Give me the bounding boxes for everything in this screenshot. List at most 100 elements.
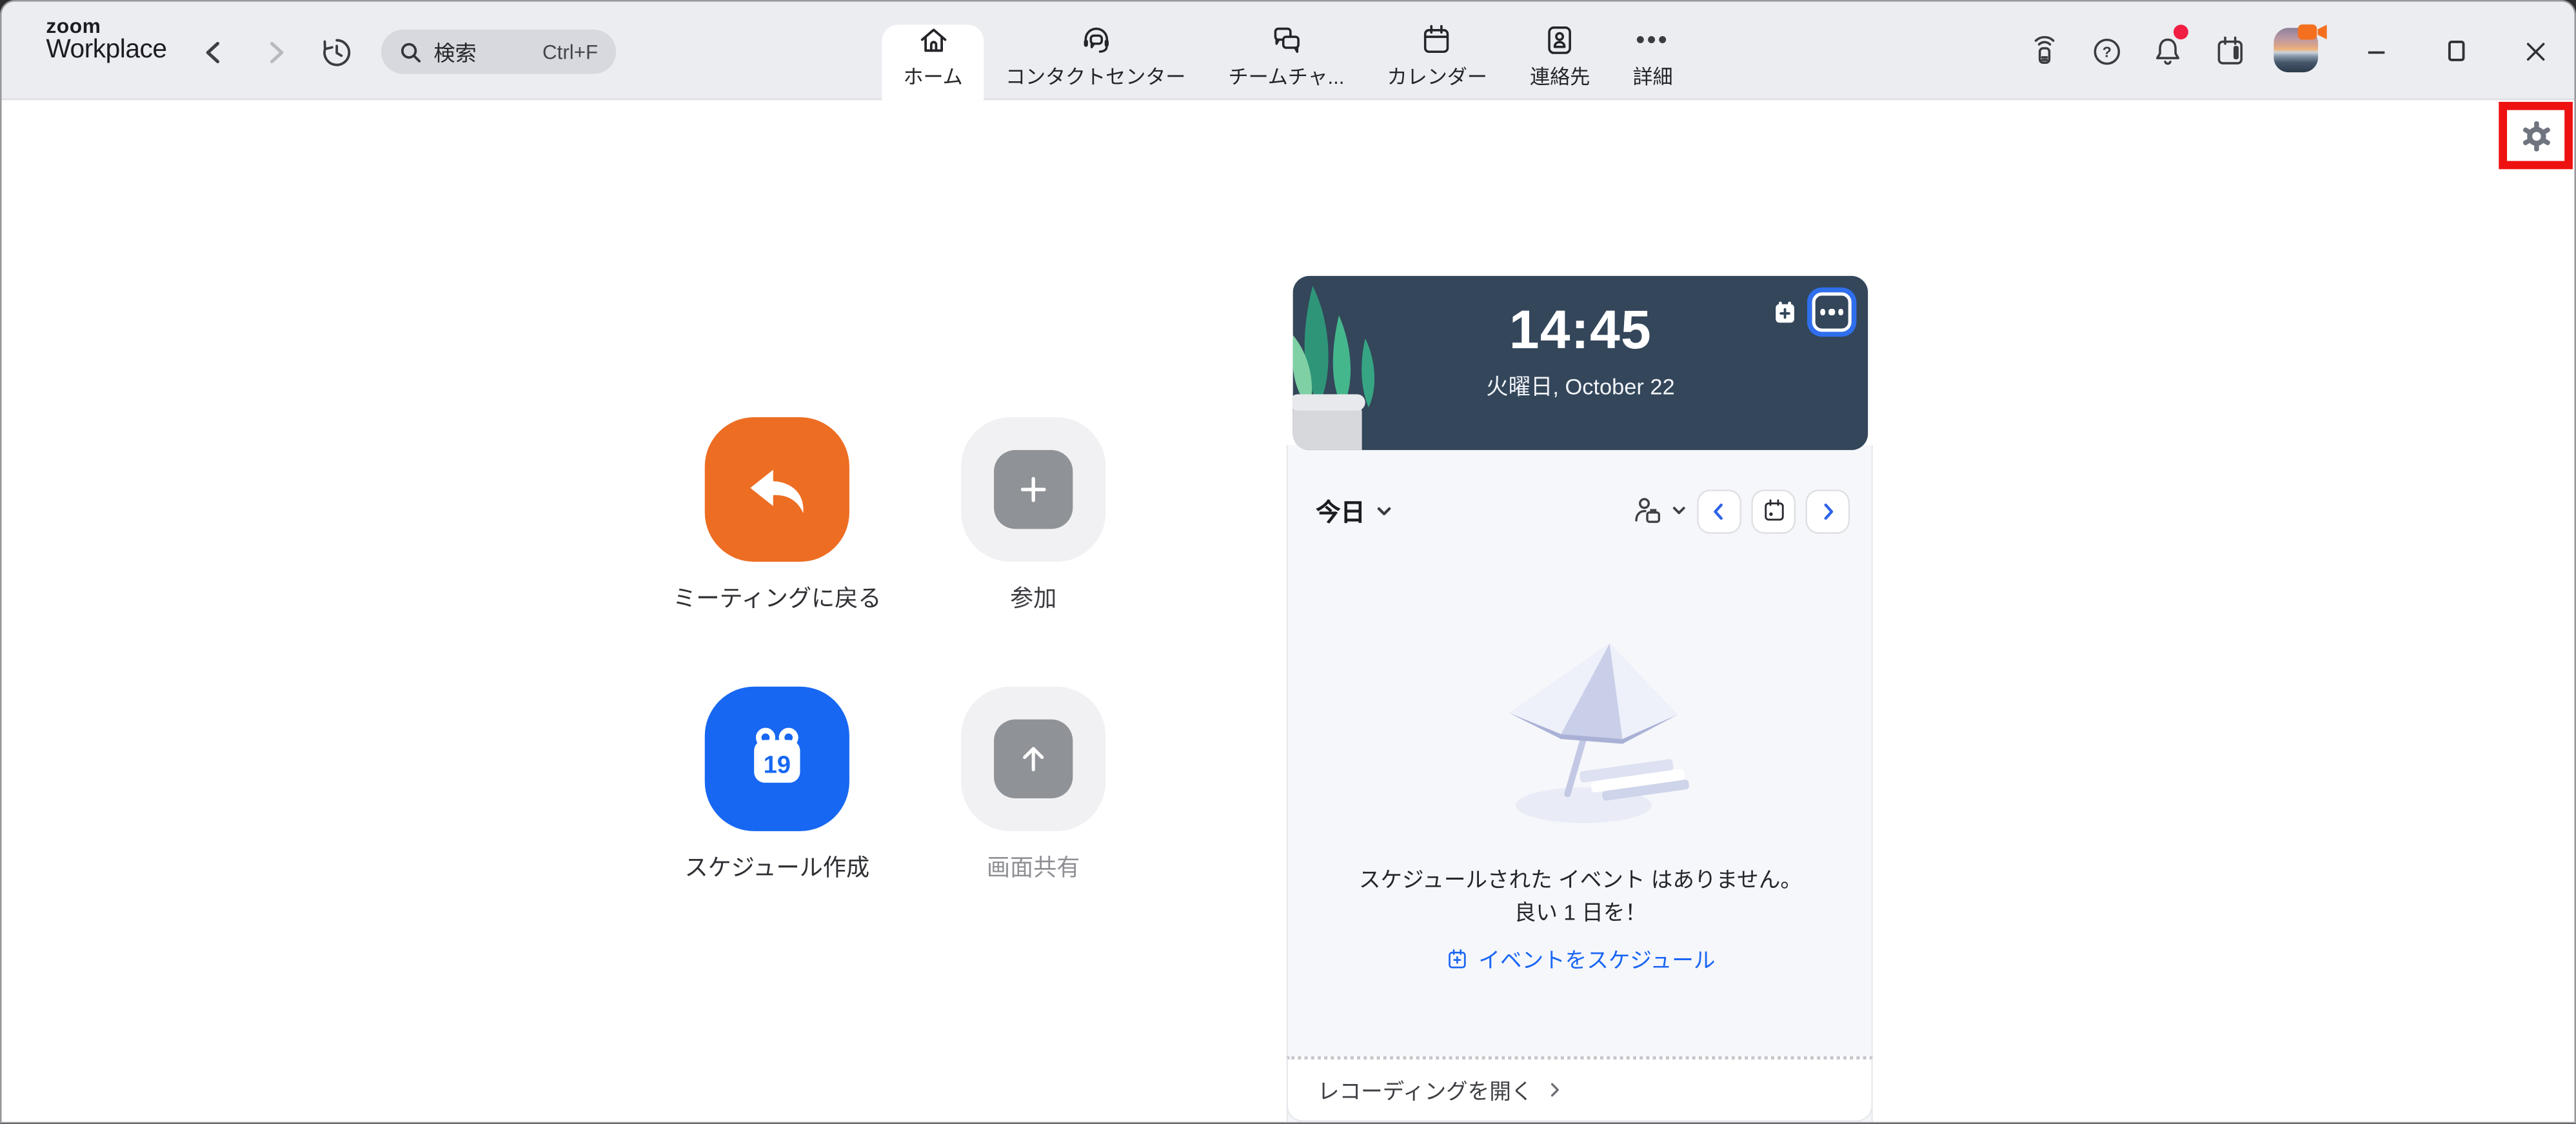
tab-team-chat[interactable]: チームチャ...	[1207, 15, 1365, 100]
reply-arrow-icon	[739, 451, 815, 527]
clock-card-actions	[1772, 292, 1851, 331]
schedule-event-link[interactable]: イベントをスケジュール	[1445, 943, 1715, 974]
plus-icon	[994, 450, 1073, 529]
tab-label: 詳細	[1632, 61, 1672, 90]
next-day-button[interactable]	[1805, 489, 1850, 533]
close-icon	[2522, 39, 2547, 63]
prev-day-button[interactable]	[1697, 489, 1741, 533]
calendar-icon	[1420, 23, 1454, 57]
notification-badge	[2174, 25, 2188, 39]
maximize-icon	[2443, 38, 2470, 64]
search-placeholder: 検索	[433, 36, 476, 67]
search-shortcut: Ctrl+F	[542, 40, 598, 63]
up-arrow-icon	[994, 720, 1073, 798]
today-dropdown[interactable]: 今日	[1316, 493, 1393, 527]
chevron-down-icon	[1671, 502, 1687, 518]
dot	[1820, 310, 1825, 315]
join-label: 参加	[869, 582, 1197, 615]
logo-zoom-text: zoom	[46, 16, 166, 37]
open-recordings-label: レコーディングを開く	[1318, 1075, 1533, 1106]
contacts-card-icon	[1543, 23, 1577, 57]
history-button[interactable]	[315, 31, 358, 74]
clock-date: 火曜日, October 22	[1293, 368, 1868, 401]
device-icon	[2026, 34, 2061, 68]
notifications-button[interactable]	[2146, 30, 2188, 72]
share-screen-label: 画面共有	[869, 851, 1197, 883]
back-to-meeting-button[interactable]	[705, 417, 849, 562]
today-label: 今日	[1316, 493, 1365, 527]
svg-text:19: 19	[764, 751, 791, 778]
beach-umbrella-illustration	[1465, 622, 1696, 833]
tab-label: チームチャ...	[1229, 61, 1345, 90]
zoom-workplace-window: zoom Workplace 検索 Ctrl+F	[0, 0, 2576, 1124]
tab-calendar[interactable]: カレンダー	[1366, 15, 1509, 100]
svg-text:?: ?	[2101, 43, 2110, 59]
connect-device-button[interactable]	[2023, 30, 2065, 72]
schedule-button[interactable]: 19	[705, 687, 849, 831]
open-recordings-row[interactable]: レコーディングを開く	[1286, 1057, 1872, 1123]
help-icon: ?	[2089, 34, 2123, 68]
settings-annotation-highlight	[2499, 102, 2573, 169]
minimize-button[interactable]	[2351, 28, 2400, 74]
add-to-calendar-button[interactable]	[1772, 300, 1797, 324]
logo-workplace-text: Workplace	[46, 38, 166, 66]
search-icon	[399, 40, 422, 63]
clock-widget-card: 14:45 火曜日, October 22	[1293, 276, 1868, 450]
back-button[interactable]	[192, 31, 235, 74]
calendar-plus-icon	[1445, 947, 1469, 970]
home-content: ミーティングに戻る 参加 19 スケジュール作成 画面共有	[2, 100, 2575, 1122]
contact-center-headset-icon	[1078, 23, 1113, 57]
schedule-toolbar: 今日	[1316, 488, 1850, 534]
app-root: zoom Workplace 検索 Ctrl+F	[0, 0, 2576, 1124]
person-filter-icon	[1631, 495, 1664, 527]
chevron-right-icon	[1546, 1081, 1564, 1099]
title-bar: zoom Workplace 検索 Ctrl+F	[2, 2, 2575, 101]
chevron-down-icon	[1375, 502, 1393, 520]
main-tab-bar: ホーム コンタクトセンター	[882, 2, 1694, 101]
dot	[1829, 310, 1834, 315]
side-panel-button[interactable]	[2208, 30, 2250, 72]
panel-calendar-icon	[2212, 34, 2246, 68]
home-icon	[916, 23, 950, 57]
tab-contact-center[interactable]: コンタクトセンター	[984, 15, 1207, 100]
tab-more[interactable]: ••• 詳細	[1611, 15, 1694, 100]
zoom-workplace-logo: zoom Workplace	[46, 16, 166, 65]
share-screen-button[interactable]	[961, 687, 1105, 831]
calendar-19-icon: 19	[738, 720, 817, 798]
tab-label: コンタクトセンター	[1006, 61, 1185, 90]
chevron-left-icon	[1709, 500, 1730, 522]
calendar-today-icon	[1760, 498, 1787, 524]
empty-line-1: スケジュールされた イベント はありません。	[1300, 864, 1861, 897]
empty-line-2: 良い 1 日を！	[1300, 897, 1861, 930]
chevron-left-icon	[201, 39, 227, 66]
dot	[1839, 310, 1844, 315]
availability-filter-dropdown[interactable]	[1631, 495, 1687, 527]
goto-today-button[interactable]	[1751, 489, 1796, 533]
empty-schedule-state: スケジュールされた イベント はありません。 良い 1 日を！ イベントをスケジ…	[1300, 622, 1861, 978]
widget-more-button[interactable]	[1812, 292, 1852, 331]
team-chat-bubbles-icon	[1269, 23, 1303, 57]
gear-icon	[2518, 117, 2554, 153]
schedule-event-link-label: イベントをスケジュール	[1478, 943, 1715, 974]
forward-button[interactable]	[255, 31, 297, 74]
history-clock-icon	[321, 36, 353, 69]
close-button[interactable]	[2510, 28, 2559, 74]
avatar[interactable]	[2274, 28, 2318, 72]
in-meeting-camera-badge	[2297, 21, 2328, 43]
settings-button[interactable]	[2518, 117, 2554, 153]
chevron-right-icon	[1817, 500, 1838, 522]
help-button[interactable]: ?	[2085, 30, 2127, 72]
tab-home[interactable]: ホーム	[882, 25, 984, 100]
search-input[interactable]: 検索 Ctrl+F	[381, 30, 616, 74]
join-button[interactable]	[961, 417, 1105, 562]
tab-contacts[interactable]: 連絡先	[1509, 15, 1611, 100]
tab-label: ホーム	[903, 61, 962, 90]
tab-label: カレンダー	[1387, 61, 1487, 90]
calendar-plus-icon	[1772, 300, 1797, 324]
minimize-icon	[2363, 39, 2388, 63]
maximize-button[interactable]	[2432, 28, 2481, 74]
empty-state-text: スケジュールされた イベント はありません。 良い 1 日を！	[1300, 864, 1861, 930]
tab-label: 連絡先	[1530, 61, 1590, 90]
chevron-right-icon	[263, 39, 290, 66]
more-dots-icon: •••	[1636, 23, 1670, 57]
